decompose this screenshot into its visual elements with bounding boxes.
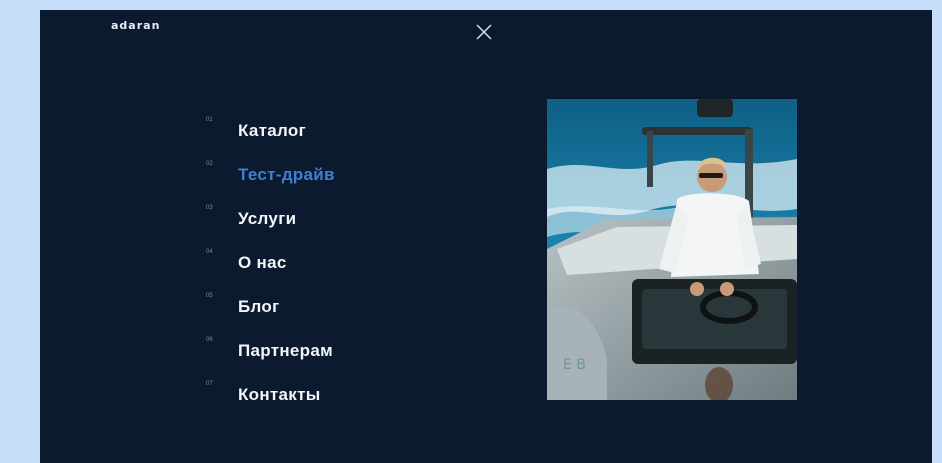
menu-item-number: 06 xyxy=(206,337,213,343)
brand-logo[interactable]: adaran xyxy=(111,19,160,32)
main-menu: 01 Каталог 02 Тест-драйв 03 Услуги 04 О … xyxy=(206,109,335,417)
menu-item-label: Партнерам xyxy=(238,341,333,360)
menu-item-about[interactable]: 04 О нас xyxy=(206,241,335,285)
boat-photo-image: E B xyxy=(547,99,797,400)
menu-item-number: 07 xyxy=(206,381,213,387)
menu-item-label: Контакты xyxy=(238,385,321,404)
menu-item-number: 05 xyxy=(206,293,213,299)
boat-photo: E B xyxy=(547,99,797,400)
menu-item-catalog[interactable]: 01 Каталог xyxy=(206,109,335,153)
menu-item-label: Каталог xyxy=(238,121,306,140)
menu-item-label: Услуги xyxy=(238,209,297,228)
menu-item-label: Тест-драйв xyxy=(238,165,335,184)
close-button[interactable] xyxy=(474,22,494,42)
menu-item-number: 04 xyxy=(206,249,213,255)
menu-item-blog[interactable]: 05 Блог xyxy=(206,285,335,329)
menu-item-label: О нас xyxy=(238,253,287,272)
menu-item-test-drive[interactable]: 02 Тест-драйв xyxy=(206,153,335,197)
menu-overlay: adaran 01 Каталог 02 Тест-драйв 03 Услуг… xyxy=(40,10,932,463)
close-icon xyxy=(476,24,492,40)
menu-item-number: 03 xyxy=(206,205,213,211)
menu-item-contacts[interactable]: 07 Контакты xyxy=(206,373,335,417)
menu-item-number: 01 xyxy=(206,117,213,123)
svg-text:E B: E B xyxy=(563,357,586,373)
menu-item-partners[interactable]: 06 Партнерам xyxy=(206,329,335,373)
menu-item-number: 02 xyxy=(206,161,213,167)
menu-item-label: Блог xyxy=(238,297,280,316)
menu-item-services[interactable]: 03 Услуги xyxy=(206,197,335,241)
